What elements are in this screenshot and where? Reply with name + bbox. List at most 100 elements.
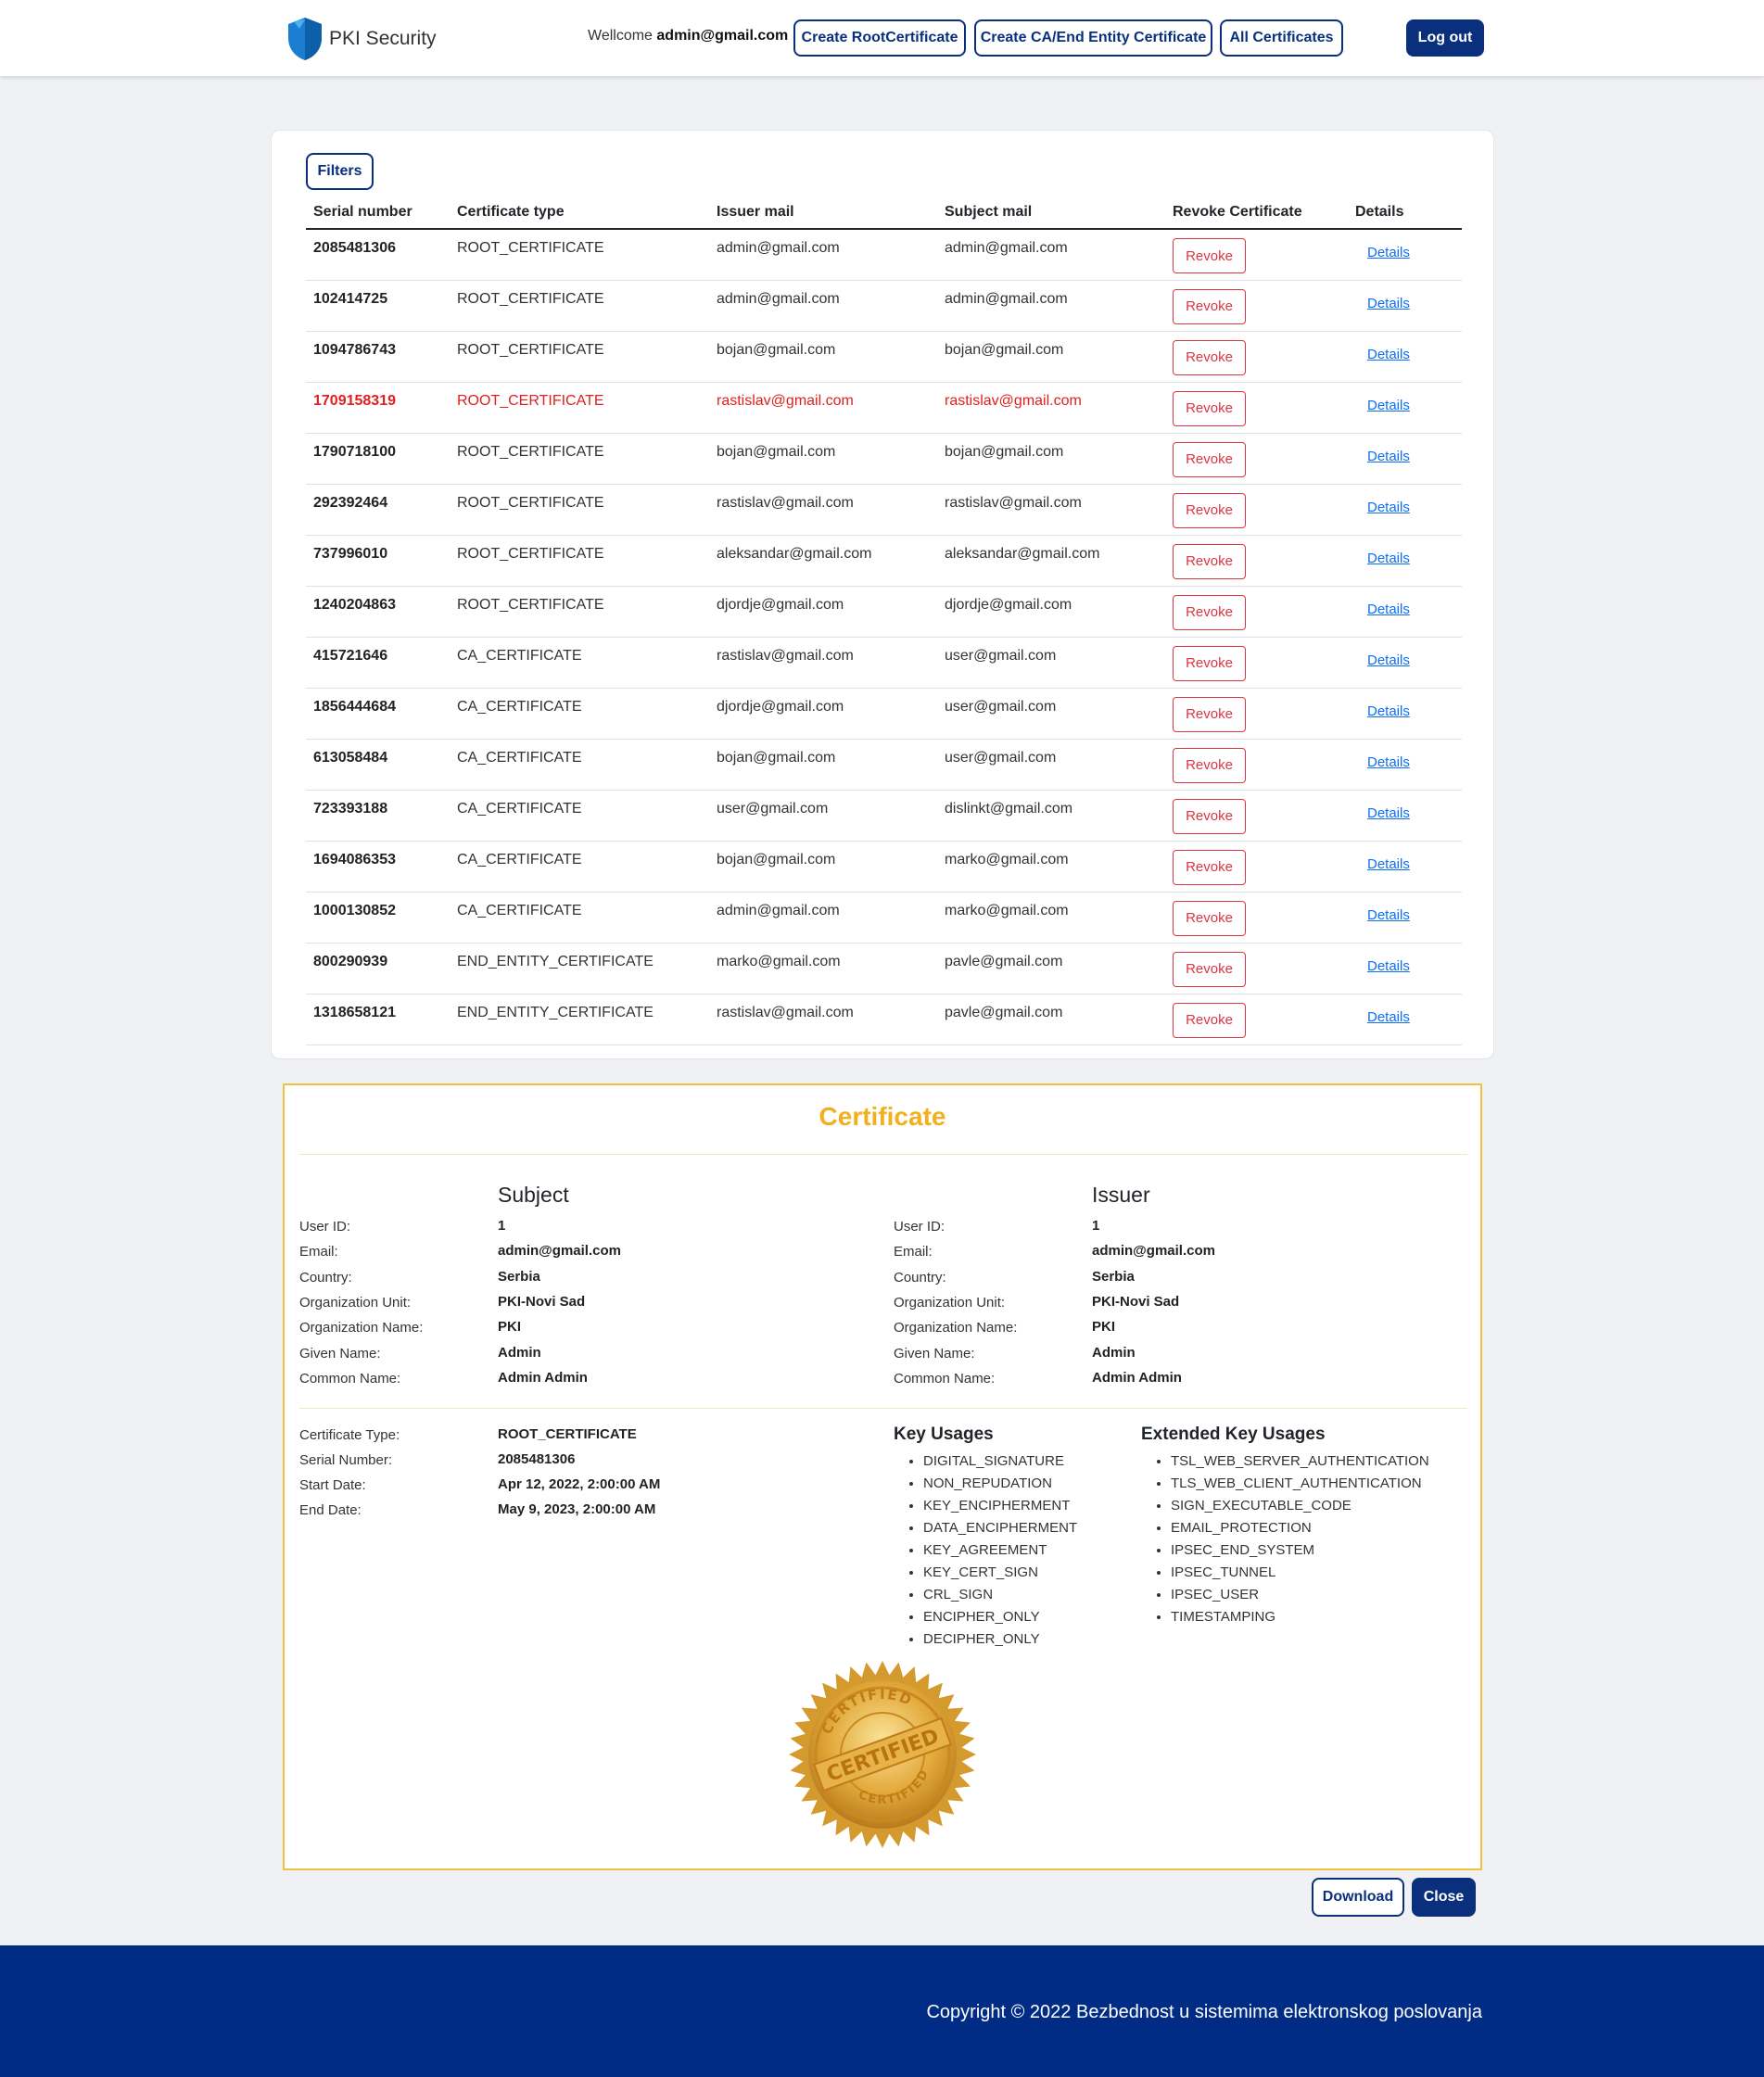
- usage-item: SIGN_EXECUTABLE_CODE: [1171, 1495, 1429, 1517]
- issuer-mail-cell: rastislav@gmail.com: [709, 994, 937, 1045]
- details-link[interactable]: Details: [1355, 699, 1410, 719]
- revoke-button[interactable]: Revoke: [1173, 288, 1246, 324]
- all-certificates-button[interactable]: All Certificates: [1220, 19, 1343, 57]
- revoke-button[interactable]: Revoke: [1173, 594, 1246, 630]
- certificate-type-cell: ROOT_CERTIFICATE: [450, 229, 709, 281]
- serial-number-cell: 1709158319: [306, 382, 450, 434]
- issuer-field-label: Email:: [894, 1244, 933, 1260]
- details-link[interactable]: Details: [1355, 444, 1410, 464]
- revoke-cell: Revoke: [1165, 331, 1348, 383]
- header-certificate-type: Certificate type: [450, 196, 709, 230]
- close-button[interactable]: Close: [1412, 1878, 1476, 1917]
- details-cell: Details: [1348, 994, 1462, 1045]
- certificate-type-cell: ROOT_CERTIFICATE: [450, 382, 709, 434]
- subject-mail-cell: marko@gmail.com: [937, 841, 1165, 893]
- issuer-mail-cell: user@gmail.com: [709, 790, 937, 842]
- issuer-field-label: Given Name:: [894, 1345, 975, 1361]
- header-details: Details: [1348, 196, 1462, 230]
- revoke-button[interactable]: Revoke: [1173, 339, 1246, 375]
- details-link[interactable]: Details: [1355, 291, 1410, 311]
- details-link[interactable]: Details: [1355, 240, 1410, 260]
- certificates-card: Filters Serial number Certificate type I…: [271, 130, 1494, 1059]
- usage-item: DECIPHER_ONLY: [923, 1628, 1077, 1651]
- revoke-button[interactable]: Revoke: [1173, 1002, 1246, 1038]
- details-link[interactable]: Details: [1355, 342, 1410, 362]
- serial-number-cell: 800290939: [306, 943, 450, 994]
- brand[interactable]: PKI Security: [285, 16, 437, 62]
- details-link[interactable]: Details: [1355, 597, 1410, 617]
- revoke-button[interactable]: Revoke: [1173, 543, 1246, 579]
- create-root-certificate-button[interactable]: Create RootCertificate: [793, 19, 966, 57]
- table-body: 2085481306 ROOT_CERTIFICATE admin@gmail.co…: [306, 229, 1462, 1045]
- issuer-field-label: Organization Name:: [894, 1320, 1018, 1336]
- revoke-cell: Revoke: [1165, 892, 1348, 944]
- table-row: 1709158319 ROOT_CERTIFICATE rastislav@gmai…: [306, 382, 1462, 434]
- subject-field-label: User ID:: [299, 1219, 351, 1235]
- filters-button[interactable]: Filters: [306, 153, 374, 190]
- subject-mail-cell: marko@gmail.com: [937, 892, 1165, 944]
- serial-number-cell: 1318658121: [306, 994, 450, 1045]
- details-link[interactable]: Details: [1355, 852, 1410, 872]
- serial-number-cell: 1694086353: [306, 841, 450, 893]
- serial-number-cell: 102414725: [306, 280, 450, 332]
- table-row: 102414725 ROOT_CERTIFICATE admin@gmail.com…: [306, 280, 1462, 332]
- details-link[interactable]: Details: [1355, 495, 1410, 515]
- issuer-field-value: Admin Admin: [1092, 1369, 1182, 1386]
- subject-field-value: Admin Admin: [498, 1369, 588, 1386]
- revoke-button[interactable]: Revoke: [1173, 951, 1246, 987]
- revoke-button[interactable]: Revoke: [1173, 238, 1246, 273]
- details-link[interactable]: Details: [1355, 903, 1410, 923]
- details-link[interactable]: Details: [1355, 393, 1410, 413]
- issuer-mail-cell: bojan@gmail.com: [709, 433, 937, 485]
- revoke-button[interactable]: Revoke: [1173, 441, 1246, 477]
- usage-item: KEY_CERT_SIGN: [923, 1562, 1077, 1584]
- extended-key-usages-heading: Extended Key Usages: [1141, 1425, 1326, 1444]
- details-cell: Details: [1348, 433, 1462, 485]
- revoke-button[interactable]: Revoke: [1173, 390, 1246, 426]
- details-link[interactable]: Details: [1355, 954, 1410, 974]
- subject-field-label: Country:: [299, 1269, 352, 1285]
- usage-item: ENCIPHER_ONLY: [923, 1606, 1077, 1628]
- subject-mail-cell: bojan@gmail.com: [937, 433, 1165, 485]
- details-cell: Details: [1348, 484, 1462, 536]
- serial-number-cell: 1000130852: [306, 892, 450, 944]
- revoke-button[interactable]: Revoke: [1173, 900, 1246, 936]
- details-link[interactable]: Details: [1355, 750, 1410, 770]
- details-link[interactable]: Details: [1355, 648, 1410, 668]
- revoke-cell: Revoke: [1165, 688, 1348, 740]
- revoke-button[interactable]: Revoke: [1173, 696, 1246, 732]
- issuer-field-value: 1: [1092, 1218, 1100, 1234]
- certificate-type-cell: CA_CERTIFICATE: [450, 688, 709, 740]
- details-link[interactable]: Details: [1355, 546, 1410, 566]
- revoke-cell: Revoke: [1165, 535, 1348, 587]
- certificate-type-cell: CA_CERTIFICATE: [450, 892, 709, 944]
- revoke-cell: Revoke: [1165, 382, 1348, 434]
- revoke-button[interactable]: Revoke: [1173, 849, 1246, 885]
- create-ca-end-entity-button[interactable]: Create CA/End Entity Certificate: [974, 19, 1212, 57]
- issuer-field-value: admin@gmail.com: [1092, 1243, 1215, 1260]
- revoke-button[interactable]: Revoke: [1173, 798, 1246, 834]
- revoke-button[interactable]: Revoke: [1173, 645, 1246, 681]
- logout-button[interactable]: Log out: [1406, 19, 1484, 57]
- subject-heading: Subject: [498, 1183, 569, 1207]
- download-button[interactable]: Download: [1312, 1878, 1404, 1917]
- issuer-field-label: Country:: [894, 1269, 946, 1285]
- revoke-cell: Revoke: [1165, 280, 1348, 332]
- revoke-button[interactable]: Revoke: [1173, 747, 1246, 783]
- certificate-meta-value: May 9, 2023, 2:00:00 AM: [498, 1501, 656, 1517]
- certificate-meta-value: ROOT_CERTIFICATE: [498, 1426, 637, 1442]
- issuer-mail-cell: bojan@gmail.com: [709, 331, 937, 383]
- serial-number-cell: 415721646: [306, 637, 450, 689]
- details-link[interactable]: Details: [1355, 1005, 1410, 1025]
- subject-mail-cell: djordje@gmail.com: [937, 586, 1165, 638]
- details-cell: Details: [1348, 943, 1462, 994]
- welcome-message: Wellcome admin@gmail.com: [588, 28, 788, 44]
- header-revoke-certificate: Revoke Certificate: [1165, 196, 1348, 230]
- issuer-mail-cell: rastislav@gmail.com: [709, 637, 937, 689]
- revoke-button[interactable]: Revoke: [1173, 492, 1246, 528]
- details-cell: Details: [1348, 229, 1462, 281]
- table-row: 292392464 ROOT_CERTIFICATE rastislav@gmail…: [306, 484, 1462, 536]
- details-cell: Details: [1348, 739, 1462, 791]
- header-serial-number: Serial number: [306, 196, 450, 230]
- details-link[interactable]: Details: [1355, 801, 1410, 821]
